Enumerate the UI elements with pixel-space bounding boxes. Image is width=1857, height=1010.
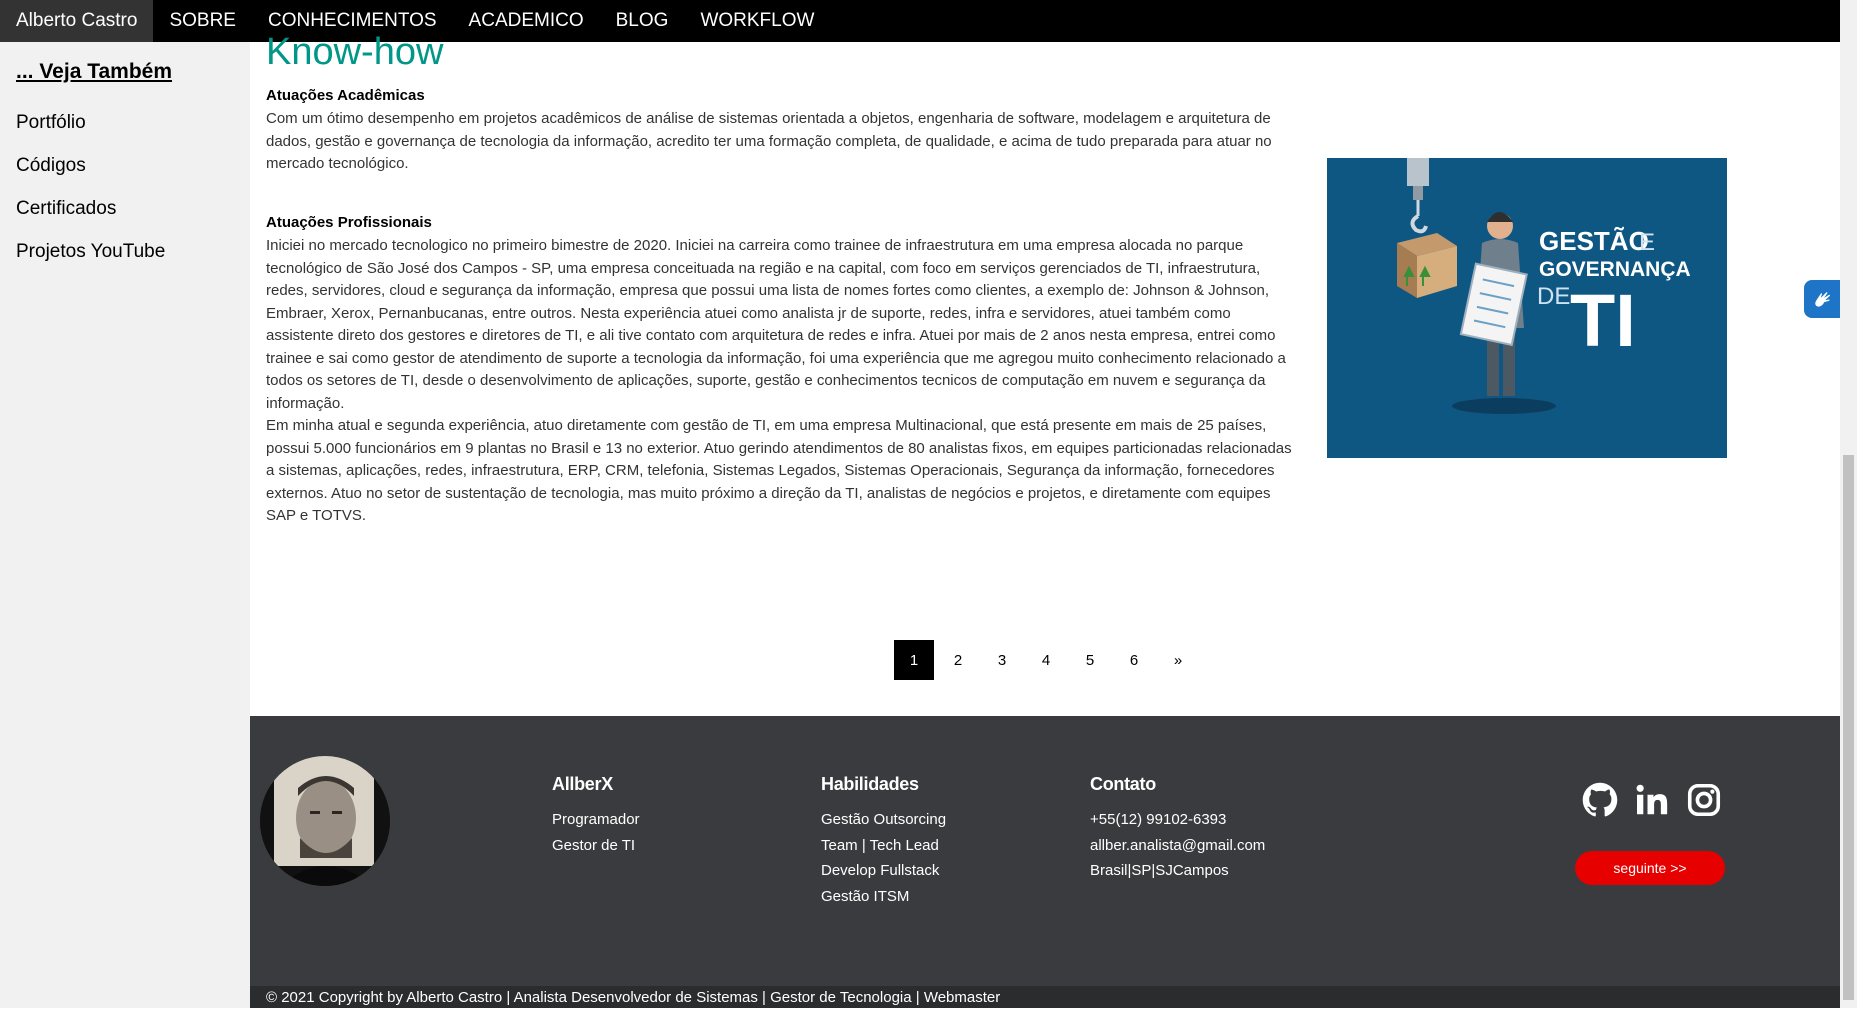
page-4[interactable]: 4 [1026, 640, 1066, 680]
social-links [1582, 782, 1722, 818]
next-button[interactable]: seguinte >> [1575, 851, 1725, 885]
footer-habilidades-item: Gestão ITSM [821, 887, 910, 905]
page-3[interactable]: 3 [982, 640, 1022, 680]
professional-text-1: Iniciei no mercado tecnologico no primei… [266, 237, 1286, 412]
copyright: © 2021 Copyright by Alberto Castro | Ana… [250, 986, 1840, 1008]
nav-sobre[interactable]: SOBRE [153, 0, 252, 42]
footer-habilidades-item: Develop Fullstack [821, 862, 940, 879]
pagination: 1 2 3 4 5 6 » [894, 640, 1202, 680]
accessibility-hand-icon[interactable] [1804, 280, 1842, 318]
footer-col-allberx: AllberX Programador Gestor de TI [552, 774, 640, 858]
brand-link[interactable]: Alberto Castro [0, 0, 154, 42]
page-6[interactable]: 6 [1114, 640, 1154, 680]
page-next[interactable]: » [1158, 640, 1198, 680]
footer-allberx-title: AllberX [552, 774, 613, 794]
image-text-e: E [1639, 229, 1655, 256]
contact-location: Brasil|SP|SJCampos [1090, 862, 1229, 879]
academic-title: Atuações Acadêmicas [266, 87, 425, 104]
sidebar-item-codigos[interactable]: Códigos [16, 155, 86, 177]
footer-allberx-item: Gestor de TI [552, 836, 636, 854]
sidebar: ... Veja Também Portfólio Códigos Certif… [0, 42, 250, 1008]
professional-text-2: Em minha atual e segunda experiência, at… [266, 417, 1292, 524]
page-title: Know-how [266, 31, 444, 73]
sidebar-item-portfolio[interactable]: Portfólio [16, 112, 86, 134]
page-2[interactable]: 2 [938, 640, 978, 680]
sidebar-item-projetos-youtube[interactable]: Projetos YouTube [16, 241, 165, 263]
footer-habilidades-title: Habilidades [821, 774, 919, 794]
nav-academico[interactable]: ACADEMICO [453, 0, 600, 42]
gestao-ti-illustration: GESTÃO E GOVERNANÇA DE TI [1327, 158, 1727, 458]
academic-text: Com um ótimo desempenho em projetos acad… [266, 110, 1272, 172]
image-text-de: DE [1537, 283, 1570, 310]
contact-email[interactable]: allber.analista@gmail.com [1090, 833, 1265, 859]
sidebar-heading[interactable]: ... Veja Também [16, 60, 172, 84]
linkedin-icon[interactable] [1634, 782, 1670, 818]
page-1[interactable]: 1 [894, 640, 934, 680]
nav-workflow[interactable]: WORKFLOW [684, 0, 830, 42]
page-5[interactable]: 5 [1070, 640, 1110, 680]
scrollbar-thumb[interactable] [1843, 455, 1854, 1000]
illustration-graphic: GESTÃO E GOVERNANÇA DE TI [1327, 158, 1727, 458]
footer-col-habilidades: Habilidades Gestão Outsorcing Team | Tec… [821, 774, 946, 909]
footer-contato-title: Contato [1090, 774, 1156, 794]
footer-col-contato: Contato +55(12) 99102-6393 allber.analis… [1090, 774, 1265, 884]
page-scrollbar[interactable] [1840, 0, 1857, 1008]
contact-phone[interactable]: +55(12) 99102-6393 [1090, 807, 1265, 833]
instagram-icon[interactable] [1686, 782, 1722, 818]
sidebar-item-certificados[interactable]: Certificados [16, 198, 116, 220]
image-text-gestao: GESTÃO [1539, 226, 1649, 256]
github-icon[interactable] [1582, 782, 1618, 818]
avatar [260, 756, 390, 886]
footer: AllberX Programador Gestor de TI Habilid… [250, 716, 1840, 1008]
footer-habilidades-item: Team | Tech Lead [821, 836, 939, 854]
main-content: Know-how Atuações Acadêmicas Com um ótim… [250, 31, 1840, 716]
professional-title: Atuações Profissionais [266, 214, 432, 231]
footer-allberx-item: Programador [552, 811, 640, 828]
footer-habilidades-item: Gestão Outsorcing [821, 811, 947, 828]
sign-language-icon [1815, 292, 1830, 307]
image-text-governanca: GOVERNANÇA [1539, 258, 1691, 281]
image-text-ti: TI [1570, 279, 1636, 362]
avatar-photo [260, 756, 390, 886]
nav-blog[interactable]: BLOG [600, 0, 685, 42]
